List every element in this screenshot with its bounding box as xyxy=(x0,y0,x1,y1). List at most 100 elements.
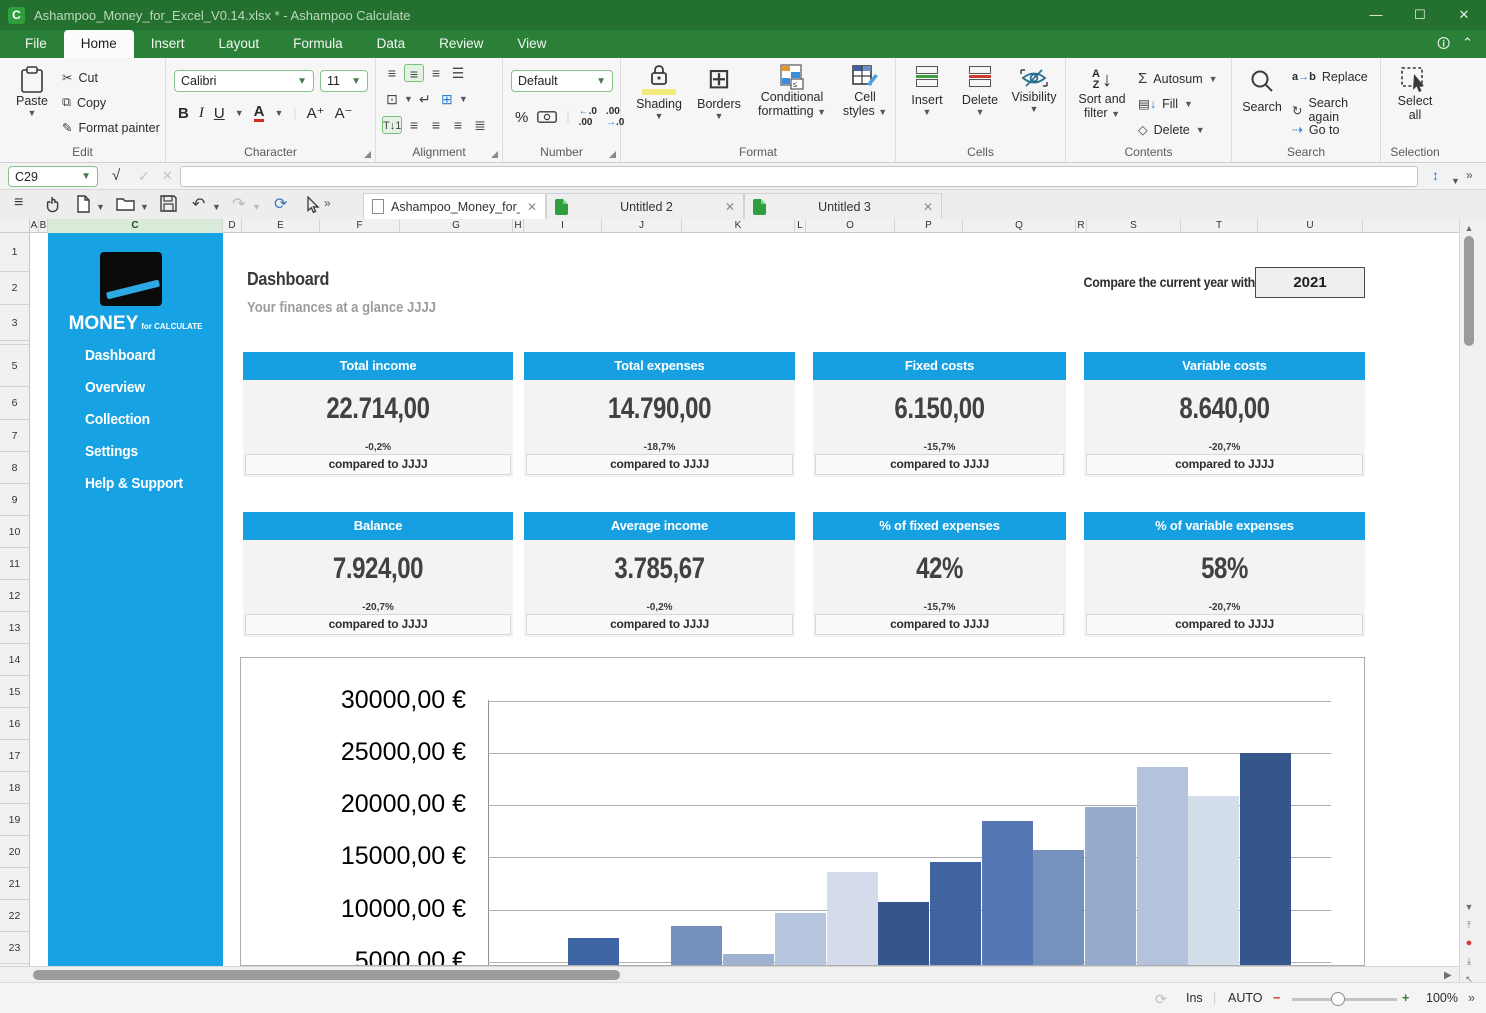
reject-icon[interactable]: ✕ xyxy=(162,168,173,184)
menu-home[interactable]: Home xyxy=(64,30,134,58)
column-header-K[interactable]: K xyxy=(682,219,795,233)
status-refresh-icon[interactable]: ⟳ xyxy=(1155,991,1167,1008)
formula-input[interactable] xyxy=(180,166,1418,187)
font-color-options-icon[interactable]: ▼ xyxy=(274,108,283,118)
format-painter-button[interactable]: ✎Format painter xyxy=(62,120,160,135)
menu-review[interactable]: Review xyxy=(422,30,500,58)
zoom-out-icon[interactable]: − xyxy=(1273,991,1280,1005)
scroll-right-icon[interactable]: ▶ xyxy=(1444,970,1452,981)
column-header-H[interactable]: H xyxy=(513,219,524,233)
column-header-J[interactable]: J xyxy=(602,219,682,233)
hamburger-icon[interactable]: ≡ xyxy=(14,194,23,212)
compare-year-input[interactable]: 2021 xyxy=(1255,267,1365,298)
underline-options-icon[interactable]: ▼ xyxy=(235,108,244,118)
maximize-icon[interactable]: ☐ xyxy=(1398,0,1442,30)
menu-data[interactable]: Data xyxy=(360,30,423,58)
row-header-19[interactable]: 19 xyxy=(0,804,29,836)
row-header-10[interactable]: 10 xyxy=(0,516,29,548)
align-right-icon[interactable]: ≡ xyxy=(448,116,468,134)
conditional-formatting-button[interactable]: ≤ Conditional formatting ▼ xyxy=(749,64,835,118)
sidebar-item-settings[interactable]: Settings xyxy=(85,443,183,475)
cell-frame-options-icon[interactable]: ▼ xyxy=(404,94,413,104)
italic-button[interactable]: I xyxy=(199,105,204,122)
help-icon[interactable]: 🛈 xyxy=(1437,35,1450,57)
shading-button[interactable]: Shading▼ xyxy=(633,64,685,121)
row-header-22[interactable]: 22 xyxy=(0,900,29,932)
formula-bar-options-icon[interactable]: ▼ xyxy=(1451,171,1460,189)
search-again-button[interactable]: ↻ Search again xyxy=(1292,96,1380,124)
open-file-options-icon[interactable]: ▼ xyxy=(140,202,149,212)
cell-styles-button[interactable]: Cell styles ▼ xyxy=(839,64,891,118)
cell-name-box[interactable]: C29▼ xyxy=(8,166,98,187)
alignment-dialog-launcher[interactable] xyxy=(491,151,498,158)
expand-formula-bar-icon[interactable]: ↕ xyxy=(1432,167,1439,183)
column-header-L[interactable]: L xyxy=(795,219,806,233)
sheet-tab-1[interactable]: Ashampoo_Money_for_E...✕ xyxy=(363,193,546,219)
sidebar-item-overview[interactable]: Overview xyxy=(85,379,183,411)
copy-button[interactable]: ⧉Copy xyxy=(62,95,106,110)
row-header-9[interactable]: 9 xyxy=(0,484,29,516)
vertical-scrollbar[interactable]: ▲ ▼ ⤒ ● ⤓ ↖ xyxy=(1459,219,1477,982)
column-header-R[interactable]: R xyxy=(1076,219,1087,233)
scroll-up-icon[interactable]: ▲ xyxy=(1460,220,1478,236)
close-tab-icon[interactable]: ✕ xyxy=(725,200,735,214)
font-name-select[interactable]: Calibri▼ xyxy=(174,70,314,92)
undo-options-icon[interactable]: ▼ xyxy=(212,202,221,212)
horizontal-scroll-thumb[interactable] xyxy=(33,970,620,980)
cut-button[interactable]: ✂Cut xyxy=(62,70,98,85)
toolbar-overflow-icon[interactable]: » xyxy=(324,196,331,210)
status-overflow-icon[interactable]: » xyxy=(1468,991,1475,1005)
zoom-slider-knob[interactable] xyxy=(1331,992,1345,1006)
align-left-icon[interactable]: ≡ xyxy=(404,116,424,134)
fill-button[interactable]: ▤↓ Fill▼ xyxy=(1138,96,1193,111)
number-dialog-launcher[interactable] xyxy=(609,151,616,158)
column-header-F[interactable]: F xyxy=(320,219,400,233)
row-header-12[interactable]: 12 xyxy=(0,580,29,612)
redo-options-icon[interactable]: ▼ xyxy=(252,202,261,212)
column-header-E[interactable]: E xyxy=(242,219,320,233)
column-header-O[interactable]: O xyxy=(806,219,895,233)
undo-icon[interactable]: ↶ xyxy=(192,194,205,214)
percent-format-icon[interactable]: % xyxy=(515,109,528,126)
merge-options-icon[interactable]: ▼ xyxy=(459,94,468,104)
menu-file[interactable]: File xyxy=(8,30,64,58)
autosum-button[interactable]: Σ Autosum▼ xyxy=(1138,70,1218,87)
refresh-icon[interactable]: ⟳ xyxy=(274,194,287,214)
borders-button[interactable]: ⊞ Borders▼ xyxy=(691,64,747,121)
row-header-3[interactable]: 3 xyxy=(0,305,29,341)
column-header-P[interactable]: P xyxy=(895,219,963,233)
row-header-14[interactable]: 14 xyxy=(0,644,29,676)
insert-mode-indicator[interactable]: Ins xyxy=(1186,991,1203,1005)
select-all-corner[interactable] xyxy=(0,219,30,233)
row-header-13[interactable]: 13 xyxy=(0,612,29,644)
accept-icon[interactable]: ✓ xyxy=(138,168,150,185)
align-bottom-icon[interactable]: ≡ xyxy=(426,64,446,82)
function-wizard-icon[interactable]: √ xyxy=(112,167,120,184)
row-header-6[interactable]: 6 xyxy=(0,387,29,420)
touch-mode-icon[interactable] xyxy=(44,195,62,213)
sheet-tab-2[interactable]: Untitled 2✕ xyxy=(546,193,744,219)
sidebar-item-help-support[interactable]: Help & Support xyxy=(85,475,183,507)
add-decimal-icon[interactable]: ←.0.00 xyxy=(579,106,597,128)
close-tab-icon[interactable]: ✕ xyxy=(527,200,537,214)
column-header-C[interactable]: C xyxy=(48,219,223,233)
underline-button[interactable]: U xyxy=(214,105,225,122)
row-header-11[interactable]: 11 xyxy=(0,548,29,580)
column-header-I[interactable]: I xyxy=(524,219,602,233)
goto-button[interactable]: ⇢ Go to xyxy=(1292,122,1339,138)
new-document-icon[interactable] xyxy=(76,195,91,213)
search-button[interactable]: Search xyxy=(1238,68,1286,114)
vertical-scroll-thumb[interactable] xyxy=(1464,236,1474,346)
number-format-select[interactable]: Default▼ xyxy=(511,70,613,92)
sidebar-item-dashboard[interactable]: Dashboard xyxy=(85,347,183,379)
row-header-18[interactable]: 18 xyxy=(0,772,29,804)
column-header-A[interactable]: A xyxy=(30,219,39,233)
calc-mode-indicator[interactable]: AUTO xyxy=(1228,991,1263,1005)
sidebar-item-collection[interactable]: Collection xyxy=(85,411,183,443)
replace-button[interactable]: a→b Replace xyxy=(1292,70,1368,84)
zoom-in-icon[interactable]: + xyxy=(1402,991,1409,1005)
minimize-icon[interactable]: — xyxy=(1354,0,1398,30)
close-icon[interactable]: ✕ xyxy=(1442,0,1486,30)
row-header-7[interactable]: 7 xyxy=(0,420,29,452)
font-color-button[interactable]: A xyxy=(254,104,265,122)
